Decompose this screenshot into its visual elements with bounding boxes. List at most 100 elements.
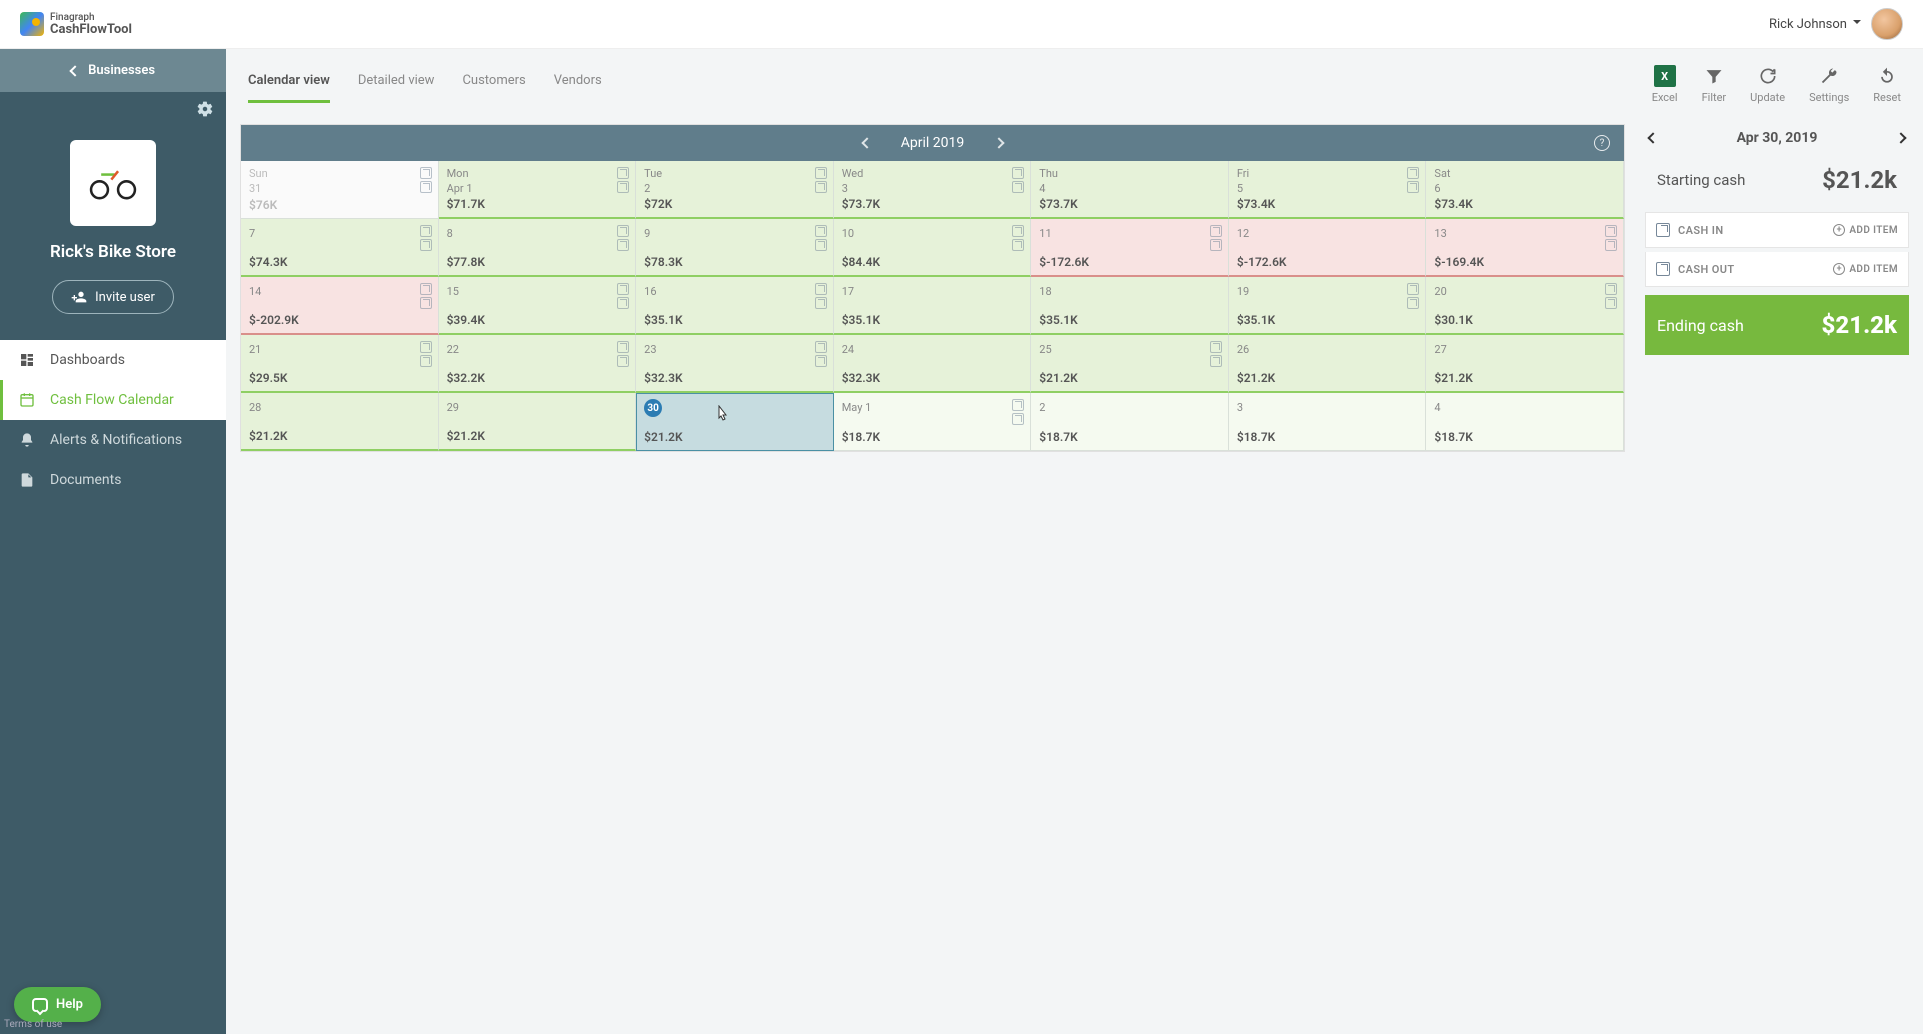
cell-detail-icon[interactable] <box>420 239 432 251</box>
cell-detail-icon[interactable] <box>1407 167 1419 179</box>
cell-detail-icon[interactable] <box>617 167 629 179</box>
avatar[interactable] <box>1871 8 1903 40</box>
calendar-cell[interactable]: MonApr 1$71.7K <box>439 161 637 219</box>
cell-detail-icon[interactable] <box>1605 225 1617 237</box>
calendar-cell[interactable]: 2$18.7K <box>1031 393 1229 451</box>
cell-detail-icon[interactable] <box>420 283 432 295</box>
terms-link[interactable]: Terms of use <box>4 1019 62 1030</box>
cell-detail-icon[interactable] <box>617 297 629 309</box>
cell-detail-icon[interactable] <box>1605 239 1617 251</box>
cell-detail-icon[interactable] <box>617 355 629 367</box>
cell-detail-icon[interactable] <box>1210 239 1222 251</box>
tab-vendors[interactable]: Vendors <box>554 65 602 103</box>
calendar-cell[interactable]: 17$35.1K <box>834 277 1032 335</box>
cell-detail-icon[interactable] <box>617 283 629 295</box>
calendar-cell[interactable]: 10$84.4K <box>834 219 1032 277</box>
cell-detail-icon[interactable] <box>1012 181 1024 193</box>
calendar-cell[interactable]: 26$21.2K <box>1229 335 1427 393</box>
cell-detail-icon[interactable] <box>1407 283 1419 295</box>
filter-button[interactable]: Filter <box>1702 65 1727 104</box>
calendar-cell[interactable]: 24$32.3K <box>834 335 1032 393</box>
calendar-cell[interactable]: 30$21.2K <box>636 393 834 451</box>
cell-detail-icon[interactable] <box>1210 341 1222 353</box>
cell-detail-icon[interactable] <box>815 181 827 193</box>
panel-prev-button[interactable] <box>1649 131 1657 146</box>
cell-detail-icon[interactable] <box>617 225 629 237</box>
calendar-cell[interactable]: 19$35.1K <box>1229 277 1427 335</box>
cell-detail-icon[interactable] <box>1012 399 1024 411</box>
calendar-cell[interactable]: 18$35.1K <box>1031 277 1229 335</box>
cell-detail-icon[interactable] <box>1407 297 1419 309</box>
cell-detail-icon[interactable] <box>1012 225 1024 237</box>
calendar-cell[interactable]: 23$32.3K <box>636 335 834 393</box>
calendar-cell[interactable]: 15$39.4K <box>439 277 637 335</box>
calendar-cell[interactable]: 7$74.3K <box>241 219 439 277</box>
cal-next-button[interactable] <box>995 135 1003 151</box>
calendar-cell[interactable]: Wed3$73.7K <box>834 161 1032 219</box>
excel-button[interactable]: XExcel <box>1652 65 1678 104</box>
calendar-cell[interactable]: 12$-172.6K <box>1229 219 1427 277</box>
calendar-cell[interactable]: 20$30.1K <box>1426 277 1624 335</box>
calendar-cell[interactable]: 21$29.5K <box>241 335 439 393</box>
add-cash-in-button[interactable]: +ADD ITEM <box>1833 224 1898 236</box>
cash-out-row[interactable]: CASH OUT +ADD ITEM <box>1645 252 1909 287</box>
cell-detail-icon[interactable] <box>1012 239 1024 251</box>
gear-icon[interactable] <box>196 100 214 122</box>
cell-detail-icon[interactable] <box>1012 413 1024 425</box>
cell-detail-icon[interactable] <box>617 181 629 193</box>
tab-detailed-view[interactable]: Detailed view <box>358 65 435 103</box>
calendar-cell[interactable]: 13$-169.4K <box>1426 219 1624 277</box>
cash-in-row[interactable]: CASH IN +ADD ITEM <box>1645 212 1909 248</box>
calendar-cell[interactable]: Fri5$73.4K <box>1229 161 1427 219</box>
calendar-cell[interactable]: Thu4$73.7K <box>1031 161 1229 219</box>
calendar-cell[interactable]: 14$-202.9K <box>241 277 439 335</box>
settings-button[interactable]: Settings <box>1809 65 1849 104</box>
cal-prev-button[interactable] <box>863 135 871 151</box>
cell-detail-icon[interactable] <box>420 167 432 179</box>
cell-detail-icon[interactable] <box>617 341 629 353</box>
calendar-cell[interactable]: 27$21.2K <box>1426 335 1624 393</box>
cell-detail-icon[interactable] <box>1210 225 1222 237</box>
tab-customers[interactable]: Customers <box>462 65 525 103</box>
cell-detail-icon[interactable] <box>815 355 827 367</box>
cell-detail-icon[interactable] <box>420 181 432 193</box>
cell-detail-icon[interactable] <box>1210 355 1222 367</box>
calendar-cell[interactable]: 4$18.7K <box>1426 393 1624 451</box>
cell-detail-icon[interactable] <box>815 283 827 295</box>
calendar-cell[interactable]: 28$21.2K <box>241 393 439 451</box>
cell-detail-icon[interactable] <box>815 225 827 237</box>
sidebar-item-cash-flow-calendar[interactable]: Cash Flow Calendar <box>0 380 226 420</box>
cell-detail-icon[interactable] <box>1605 297 1617 309</box>
help-icon[interactable]: ? <box>1594 135 1610 151</box>
calendar-cell[interactable]: 22$32.2K <box>439 335 637 393</box>
sidebar-item-alerts-notifications[interactable]: Alerts & Notifications <box>0 420 226 460</box>
calendar-cell[interactable]: 16$35.1K <box>636 277 834 335</box>
calendar-cell[interactable]: 3$18.7K <box>1229 393 1427 451</box>
calendar-cell[interactable]: 29$21.2K <box>439 393 637 451</box>
cell-detail-icon[interactable] <box>815 297 827 309</box>
calendar-cell[interactable]: 11$-172.6K <box>1031 219 1229 277</box>
sidebar-item-dashboards[interactable]: Dashboards <box>0 340 226 380</box>
panel-next-button[interactable] <box>1897 131 1905 146</box>
cell-detail-icon[interactable] <box>815 167 827 179</box>
calendar-cell[interactable]: Sat6$73.4K <box>1426 161 1624 219</box>
cell-detail-icon[interactable] <box>1407 181 1419 193</box>
cell-detail-icon[interactable] <box>815 341 827 353</box>
cell-detail-icon[interactable] <box>1605 283 1617 295</box>
cell-detail-icon[interactable] <box>815 239 827 251</box>
calendar-cell[interactable]: Tue2$72K <box>636 161 834 219</box>
cell-detail-icon[interactable] <box>420 355 432 367</box>
calendar-cell[interactable]: 8$77.8K <box>439 219 637 277</box>
help-button[interactable]: Help <box>14 987 101 1022</box>
update-button[interactable]: Update <box>1750 65 1785 104</box>
invite-user-button[interactable]: Invite user <box>52 280 174 314</box>
tab-calendar-view[interactable]: Calendar view <box>248 65 330 103</box>
cell-detail-icon[interactable] <box>420 341 432 353</box>
calendar-cell[interactable]: Sun31$76K <box>241 161 439 219</box>
cell-detail-icon[interactable] <box>420 225 432 237</box>
calendar-cell[interactable]: 9$78.3K <box>636 219 834 277</box>
calendar-cell[interactable]: May 1$18.7K <box>834 393 1032 451</box>
reset-button[interactable]: Reset <box>1873 65 1901 104</box>
cell-detail-icon[interactable] <box>1012 167 1024 179</box>
user-menu[interactable]: Rick Johnson <box>1769 8 1903 40</box>
